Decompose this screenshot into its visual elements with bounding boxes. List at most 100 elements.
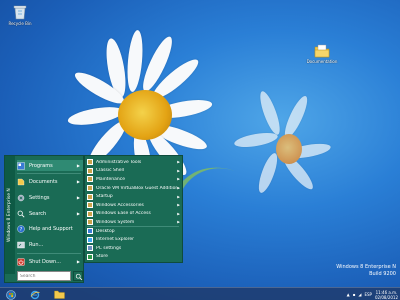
folder-icon <box>87 167 93 174</box>
run-icon <box>17 241 25 248</box>
menu-item-label: Documents <box>29 178 58 185</box>
programs-icon <box>17 161 25 170</box>
submenu-item-label: PC settings <box>96 245 122 251</box>
menu-item-search[interactable]: Search ▶ <box>17 208 83 219</box>
submenu-arrow-icon: ▶ <box>177 177 180 182</box>
search-button[interactable] <box>73 271 83 281</box>
submenu-arrow-icon: ▶ <box>177 211 180 216</box>
desktop-icon-label: Documentation <box>306 59 338 64</box>
submenu-item[interactable]: PC settings <box>87 244 181 253</box>
submenu-arrow-icon: ▶ <box>177 203 180 208</box>
start-button[interactable] <box>2 289 20 300</box>
submenu-arrow-icon: ▶ <box>76 259 80 264</box>
menu-item-shutdown[interactable]: Shut Down... ▶ <box>17 256 83 267</box>
submenu-arrow-icon: ▶ <box>177 160 180 165</box>
submenu-item-label: Internet Explorer <box>96 237 135 243</box>
start-menu-side-brand: Windows 8 Enterprise N <box>5 156 15 274</box>
recycle-bin-icon <box>13 5 27 20</box>
taskbar: ▲ ▪ ◢ ESP 11:46 a.m. 02/08/2012 <box>0 287 400 300</box>
submenu-item[interactable]: Classic Shell ▶ <box>87 167 181 176</box>
clock[interactable]: 11:46 a.m. 02/08/2012 <box>375 290 398 300</box>
language-indicator[interactable]: ESP <box>364 292 371 297</box>
svg-text:?: ? <box>20 227 23 233</box>
search-icon <box>75 273 82 280</box>
submenu-item-label: Administrative Tools <box>96 159 142 165</box>
start-menu-main-panel: Windows 8 Enterprise N Programs ▶ Docume… <box>4 155 84 283</box>
menu-item-label: Settings <box>29 194 50 201</box>
desktop-icon-recycle-bin[interactable]: Recycle Bin <box>0 4 40 26</box>
submenu-item-label: Maintenance <box>96 176 125 182</box>
search-icon <box>17 210 25 218</box>
folder-icon <box>87 210 93 217</box>
search-input[interactable] <box>18 272 70 280</box>
shutdown-icon <box>17 257 25 266</box>
start-search-box[interactable] <box>17 271 71 281</box>
folder-icon <box>87 193 93 200</box>
menu-item-label: Shut Down... <box>29 258 61 265</box>
help-icon: ? <box>17 224 25 233</box>
folder-icon <box>314 44 330 58</box>
volume-icon[interactable]: ◢ <box>358 292 361 297</box>
menu-item-label: Run... <box>29 241 44 248</box>
desktop: Recycle Bin Documentation Windows 8 Ente… <box>0 0 400 300</box>
folder-icon <box>87 159 93 166</box>
desktop-icon-label: Recycle Bin <box>8 21 32 26</box>
os-watermark: Windows 8 Enterprise N Build 9200 <box>336 264 396 278</box>
submenu-item-label: Desktop <box>96 228 115 234</box>
menu-item-programs[interactable]: Programs ▶ <box>17 160 83 171</box>
system-tray: ▲ ▪ ◢ ESP 11:46 a.m. 02/08/2012 <box>344 288 398 300</box>
submenu-item-label: Windows Ease of Access <box>96 211 151 217</box>
menu-item-help[interactable]: ? Help and Support <box>17 223 83 234</box>
programs-submenu: Administrative Tools ▶ Classic Shell ▶ Maint… <box>84 155 183 263</box>
submenu-item-label: Store <box>96 254 108 260</box>
submenu-arrow-icon: ▶ <box>177 186 180 191</box>
watermark-edition: Windows 8 Enterprise N <box>336 264 396 270</box>
submenu-item[interactable]: Windows Ease of Access ▶ <box>87 210 181 219</box>
submenu-item[interactable]: Desktop <box>87 227 181 236</box>
taskbar-internet-explorer[interactable] <box>26 289 44 300</box>
documents-icon <box>17 178 25 185</box>
folder-icon <box>87 219 93 226</box>
submenu-arrow-icon: ▶ <box>177 194 180 199</box>
submenu-arrow-icon: ▶ <box>76 211 80 216</box>
folder-icon <box>87 185 93 192</box>
folder-icon <box>87 202 93 209</box>
menu-item-documents[interactable]: Documents ▶ <box>17 176 83 187</box>
clock-time: 11:46 a.m. <box>375 289 398 295</box>
start-orb-icon <box>6 289 16 300</box>
settings-icon <box>17 194 25 201</box>
submenu-item-label: Classic Shell <box>96 168 124 174</box>
submenu-item-label: Windows System <box>96 219 135 225</box>
submenu-item[interactable]: Startup ▶ <box>87 192 181 201</box>
folder-icon <box>87 176 93 183</box>
submenu-item[interactable]: Internet Explorer <box>87 235 181 244</box>
submenu-arrow-icon: ▶ <box>177 220 180 225</box>
store-icon <box>87 253 93 260</box>
submenu-item-label: Windows Accessories <box>96 202 144 208</box>
submenu-item[interactable]: Administrative Tools ▶ <box>87 158 181 167</box>
submenu-arrow-icon: ▶ <box>76 195 80 200</box>
internet-explorer-icon <box>30 290 40 299</box>
submenu-arrow-icon: ▶ <box>76 179 80 184</box>
menu-item-run[interactable]: Run... <box>17 239 83 250</box>
internet-explorer-icon <box>87 236 93 243</box>
clock-date: 02/08/2012 <box>374 294 398 300</box>
start-menu: Windows 8 Enterprise N Programs ▶ Docume… <box>4 155 183 283</box>
submenu-item[interactable]: Maintenance ▶ <box>87 175 181 184</box>
menu-item-settings[interactable]: Settings ▶ <box>17 192 83 203</box>
menu-item-label: Search <box>29 210 47 217</box>
submenu-arrow-icon: ▶ <box>177 168 180 173</box>
submenu-item[interactable]: Store <box>87 253 181 262</box>
network-icon[interactable]: ▪ <box>353 292 356 297</box>
taskbar-file-explorer[interactable] <box>50 289 68 300</box>
submenu-item-label: Startup <box>96 194 113 200</box>
desktop-icon-documentation[interactable]: Documentation <box>302 44 342 64</box>
menu-item-label: Help and Support <box>29 225 73 232</box>
desktop-icon <box>87 228 93 235</box>
watermark-build: Build 9200 <box>369 271 396 277</box>
submenu-item[interactable]: Windows Accessories ▶ <box>87 201 181 210</box>
file-explorer-icon <box>53 290 65 299</box>
tray-arrow-icon[interactable]: ▲ <box>347 292 350 297</box>
submenu-arrow-icon: ▶ <box>76 163 80 168</box>
submenu-item[interactable]: Oracle VM VirtualBox Guest Additions ▶ <box>87 184 181 193</box>
